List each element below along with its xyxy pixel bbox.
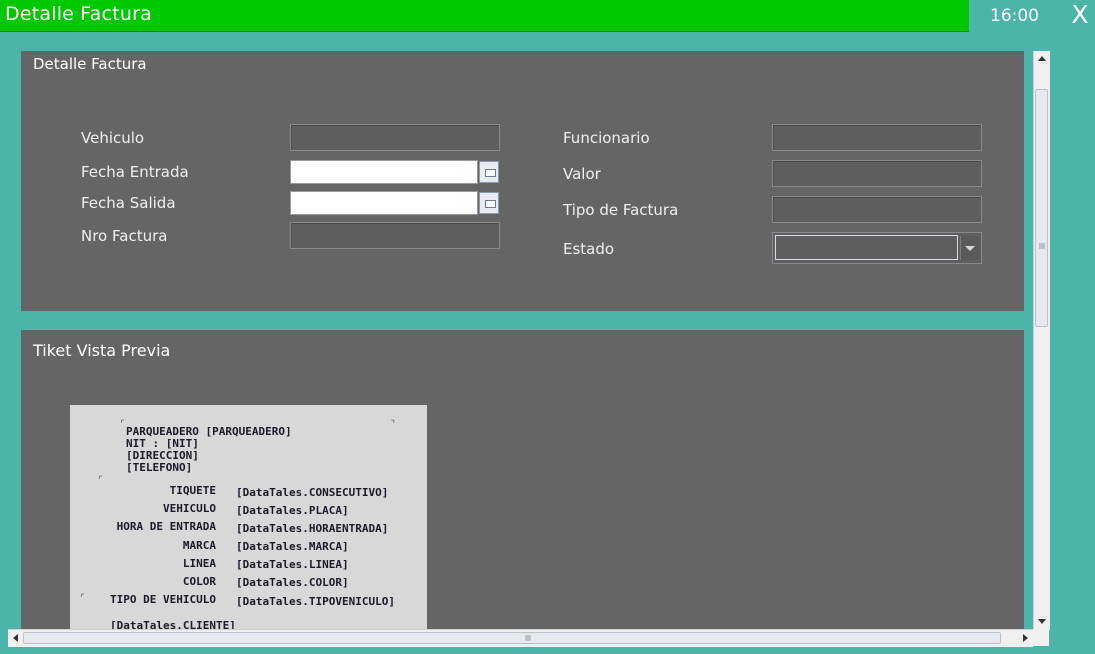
preview-panel: Tiket Vista Previa ⌜ ⌝ ⌜ ⌜ PARQUEADERO [… — [21, 330, 1024, 629]
chevron-down-icon[interactable] — [960, 236, 979, 260]
vertical-scroll-thumb[interactable] — [1035, 89, 1048, 327]
scroll-left-arrow-icon[interactable] — [8, 630, 24, 646]
ticket-row-label: MARCA — [182, 539, 216, 552]
detail-panel-title: Detalle Factura — [33, 55, 147, 73]
horizontal-scroll-thumb[interactable] — [23, 632, 1001, 644]
ticket-row-value: [DataTales.MARCA] — [236, 540, 349, 553]
clock: 16:00 — [990, 6, 1039, 26]
content-viewport: Detalle Factura Vehiculo Fecha Entrada F… — [8, 51, 1033, 629]
ticket-row-label: TIQUETE — [169, 484, 216, 497]
ticket-row-label: TIPO DE VEHICULO — [110, 593, 216, 606]
ticket-preview-image: ⌜ ⌝ ⌜ ⌜ PARQUEADERO [PARQUEADERO] NIT : … — [70, 405, 427, 629]
nro-factura-label: Nro Factura — [81, 227, 168, 245]
window-title: Detalle Factura — [5, 3, 152, 25]
close-button[interactable]: X — [1070, 0, 1090, 29]
scroll-right-arrow-icon[interactable] — [1017, 630, 1033, 646]
estado-label: Estado — [563, 240, 615, 258]
ticket-row-label: COLOR — [182, 575, 216, 588]
ticket-row-value: [DataTales.LINEA] — [236, 558, 349, 571]
estado-select[interactable] — [772, 232, 982, 264]
vehiculo-label: Vehiculo — [81, 129, 145, 147]
valor-label: Valor — [563, 165, 601, 183]
fecha-salida-label: Fecha Salida — [81, 194, 176, 212]
horizontal-scrollbar[interactable] — [8, 629, 1033, 647]
vehiculo-field[interactable] — [290, 124, 500, 151]
fecha-salida-field[interactable] — [290, 191, 478, 215]
ticket-row-label: HORA DE ENTRADA — [116, 520, 216, 533]
ticket-footer: [DataTales.CLIENTE] — [110, 619, 236, 629]
ticket-row-value: [DataTales.HORAENTRADA] — [236, 522, 389, 535]
ticket-row-value: [DataTales.COLOR] — [236, 576, 349, 589]
ticket-row-label: VEHICULO — [163, 502, 216, 515]
detail-panel: Detalle Factura Vehiculo Fecha Entrada F… — [21, 51, 1024, 311]
fecha-salida-calendar-icon[interactable] — [479, 192, 499, 214]
tipo-factura-label: Tipo de Factura — [563, 201, 679, 219]
ticket-row-value: [DataTales.TIPOVENICULO] — [236, 595, 395, 608]
valor-field[interactable] — [772, 160, 982, 187]
ticket-corner-mark: ⌜ — [120, 419, 126, 429]
ticket-row-value: [DataTales.PLACA] — [236, 504, 349, 517]
scroll-up-arrow-icon[interactable] — [1034, 51, 1050, 67]
scroll-down-arrow-icon[interactable] — [1034, 613, 1050, 629]
tipo-factura-field[interactable] — [772, 196, 982, 223]
ticket-header-line: [TELEFONO] — [126, 461, 193, 474]
fecha-entrada-calendar-icon[interactable] — [479, 161, 499, 183]
preview-panel-title: Tiket Vista Previa — [33, 341, 171, 360]
vertical-scrollbar[interactable] — [1033, 51, 1050, 630]
nro-factura-field[interactable] — [290, 222, 500, 249]
ticket-row-value: [DataTales.CONSECUTIVO] — [236, 486, 389, 499]
ticket-row-label: LINEA — [182, 557, 216, 570]
funcionario-field[interactable] — [772, 124, 982, 151]
fecha-entrada-label: Fecha Entrada — [81, 163, 189, 181]
title-bar: Detalle Factura — [0, 0, 969, 32]
fecha-entrada-field[interactable] — [290, 160, 478, 184]
ticket-corner-mark: ⌝ — [390, 419, 396, 429]
estado-select-value — [775, 235, 958, 260]
scrollbar-corner — [1033, 629, 1049, 646]
funcionario-label: Funcionario — [563, 129, 650, 147]
